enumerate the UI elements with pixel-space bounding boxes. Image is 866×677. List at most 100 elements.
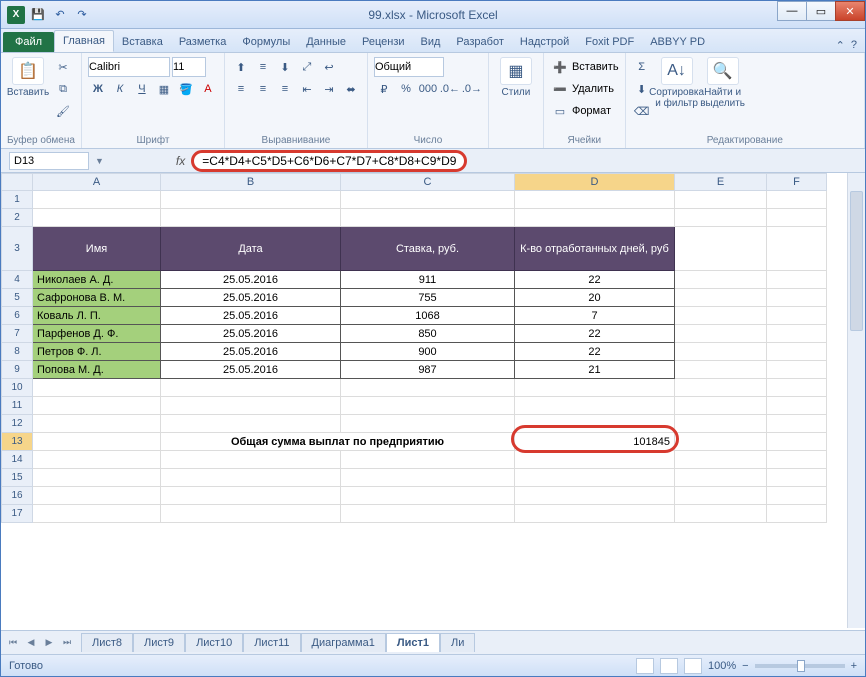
autosum-icon[interactable]: Σ — [632, 57, 652, 77]
sheet-tab-Диаграмма1[interactable]: Диаграмма1 — [301, 633, 386, 652]
fx-icon[interactable]: fx — [176, 154, 185, 168]
row-header-14[interactable]: 14 — [1, 451, 33, 469]
col-header-F[interactable]: F — [767, 173, 827, 191]
cell-F3[interactable] — [767, 227, 827, 271]
cell-F16[interactable] — [767, 487, 827, 505]
row-header-17[interactable]: 17 — [1, 505, 33, 523]
cell-date-6[interactable]: 25.05.2016 — [161, 307, 341, 325]
cell-date-5[interactable]: 25.05.2016 — [161, 289, 341, 307]
sheet-tab-Лист1[interactable]: Лист1 — [386, 633, 440, 652]
tab-foxit[interactable]: Foxit PDF — [577, 32, 642, 52]
formula-bar[interactable]: =C4*D4+C5*D5+C6*D6+C7*D7+C8*D8+C9*D9 — [191, 150, 857, 172]
cell-B10[interactable] — [161, 379, 341, 397]
font-size-select[interactable] — [172, 57, 206, 77]
cell-F7[interactable] — [767, 325, 827, 343]
col-header-C[interactable]: C — [341, 173, 515, 191]
cell-B14[interactable] — [161, 451, 341, 469]
cut-icon[interactable]: ✂ — [53, 57, 73, 77]
cell-D1[interactable] — [515, 191, 675, 209]
cell-D2[interactable] — [515, 209, 675, 227]
sheet-tab-Лист10[interactable]: Лист10 — [185, 633, 243, 652]
zoom-level[interactable]: 100% — [708, 660, 736, 672]
tab-formulas[interactable]: Формулы — [234, 32, 298, 52]
cell-rate-5[interactable]: 755 — [341, 289, 515, 307]
ribbon-minimize-icon[interactable]: ⌃ — [836, 39, 845, 52]
close-button[interactable]: ✕ — [835, 1, 865, 21]
header-name[interactable]: Имя — [33, 227, 161, 271]
cell-E12[interactable] — [675, 415, 767, 433]
cell-days-4[interactable]: 22 — [515, 271, 675, 289]
wrap-text-icon[interactable]: ↩ — [319, 57, 339, 77]
row-header-2[interactable]: 2 — [1, 209, 33, 227]
row-header-10[interactable]: 10 — [1, 379, 33, 397]
italic-button[interactable]: К — [110, 79, 130, 99]
cell-date-9[interactable]: 25.05.2016 — [161, 361, 341, 379]
cell-E5[interactable] — [675, 289, 767, 307]
row-header-9[interactable]: 9 — [1, 361, 33, 379]
cell-D10[interactable] — [515, 379, 675, 397]
cell-date-7[interactable]: 25.05.2016 — [161, 325, 341, 343]
row-header-11[interactable]: 11 — [1, 397, 33, 415]
comma-icon[interactable]: 000 — [418, 79, 438, 99]
cell-name-7[interactable]: Парфенов Д. Ф. — [33, 325, 161, 343]
row-header-7[interactable]: 7 — [1, 325, 33, 343]
cell-C11[interactable] — [341, 397, 515, 415]
cell-F17[interactable] — [767, 505, 827, 523]
view-page-layout-icon[interactable] — [660, 658, 678, 674]
vertical-scrollbar[interactable] — [847, 173, 865, 628]
cell-E16[interactable] — [675, 487, 767, 505]
row-header-6[interactable]: 6 — [1, 307, 33, 325]
indent-inc-icon[interactable]: ⇥ — [319, 79, 339, 99]
name-box-dropdown-icon[interactable]: ▼ — [95, 156, 104, 166]
cell-D12[interactable] — [515, 415, 675, 433]
cell-E3[interactable] — [675, 227, 767, 271]
format-painter-icon[interactable]: 🖌 — [53, 101, 73, 121]
inc-decimal-icon[interactable]: .0← — [440, 79, 460, 99]
cell-B12[interactable] — [161, 415, 341, 433]
cell-C1[interactable] — [341, 191, 515, 209]
save-icon[interactable]: 💾 — [29, 6, 47, 24]
insert-cells-button[interactable]: ➕Вставить — [550, 57, 619, 77]
cell-C17[interactable] — [341, 505, 515, 523]
sheet-nav-first-icon[interactable]: ⏮ — [5, 635, 21, 651]
cell-rate-7[interactable]: 850 — [341, 325, 515, 343]
file-tab[interactable]: Файл — [3, 32, 54, 52]
align-left-icon[interactable]: ≡ — [231, 79, 251, 99]
maximize-button[interactable]: ▭ — [806, 1, 836, 21]
cell-A14[interactable] — [33, 451, 161, 469]
fill-color-button[interactable]: 🪣 — [176, 79, 196, 99]
cell-E17[interactable] — [675, 505, 767, 523]
worksheet-grid[interactable]: A B C D E F 123ИмяДатаСтавка, руб.К-во о… — [1, 173, 865, 628]
tab-review[interactable]: Рецензи — [354, 32, 413, 52]
zoom-thumb[interactable] — [797, 660, 805, 672]
cell-B2[interactable] — [161, 209, 341, 227]
cell-rate-9[interactable]: 987 — [341, 361, 515, 379]
row-header-15[interactable]: 15 — [1, 469, 33, 487]
cell-E6[interactable] — [675, 307, 767, 325]
cell-A10[interactable] — [33, 379, 161, 397]
row-header-1[interactable]: 1 — [1, 191, 33, 209]
cell-E11[interactable] — [675, 397, 767, 415]
cell-B15[interactable] — [161, 469, 341, 487]
delete-cells-button[interactable]: ➖Удалить — [550, 79, 619, 99]
cell-name-9[interactable]: Попова М. Д. — [33, 361, 161, 379]
cell-F5[interactable] — [767, 289, 827, 307]
format-cells-button[interactable]: ▭Формат — [550, 101, 619, 121]
zoom-in-icon[interactable]: + — [851, 660, 857, 672]
cell-F2[interactable] — [767, 209, 827, 227]
cell-E4[interactable] — [675, 271, 767, 289]
row-header-8[interactable]: 8 — [1, 343, 33, 361]
col-header-A[interactable]: A — [33, 173, 161, 191]
copy-icon[interactable]: ⧉ — [53, 79, 73, 99]
bold-button[interactable]: Ж — [88, 79, 108, 99]
cell-date-8[interactable]: 25.05.2016 — [161, 343, 341, 361]
sort-filter-button[interactable]: A↓ Сортировка и фильтр — [656, 57, 698, 109]
sheet-tab-Лист9[interactable]: Лист9 — [133, 633, 185, 652]
tab-addins[interactable]: Надстрой — [512, 32, 577, 52]
row-header-4[interactable]: 4 — [1, 271, 33, 289]
sheet-nav-next-icon[interactable]: ▶ — [41, 635, 57, 651]
indent-dec-icon[interactable]: ⇤ — [297, 79, 317, 99]
cell-name-8[interactable]: Петров Ф. Л. — [33, 343, 161, 361]
tab-developer[interactable]: Разработ — [448, 32, 511, 52]
cell-rate-6[interactable]: 1068 — [341, 307, 515, 325]
